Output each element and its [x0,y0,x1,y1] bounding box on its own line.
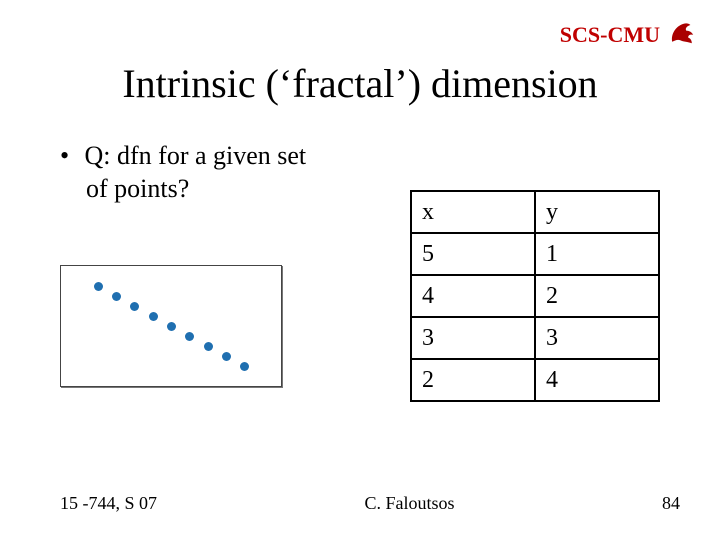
cell: 3 [411,317,535,359]
slide-footer: 15 -744, S 07 C. Faloutsos 84 [60,493,680,514]
scatter-point [167,322,176,331]
cell: 5 [411,233,535,275]
scatter-plot [60,265,282,387]
cell: 1 [535,233,659,275]
left-column: • Q: dfn for a given set of points? [60,140,370,402]
col-header-y: y [535,191,659,233]
table-row: 3 3 [411,317,659,359]
footer-left: 15 -744, S 07 [60,493,157,514]
org-label: SCS-CMU [560,22,660,48]
slide-header: SCS-CMU [560,18,696,51]
cell: 4 [535,359,659,401]
data-table: x y 5 1 4 2 3 3 2 4 [410,190,660,402]
slide-body: • Q: dfn for a given set of points? x y … [60,140,660,402]
table-row: x y [411,191,659,233]
cell: 2 [535,275,659,317]
bullet-text-line1: Q: dfn for a given set [85,141,307,170]
slide-title: Intrinsic (‘fractal’) dimension [0,60,720,107]
col-header-x: x [411,191,535,233]
scatter-point [204,342,213,351]
bullet-marker: • [60,140,78,173]
bullet-item: • Q: dfn for a given set of points? [60,140,370,205]
cell: 2 [411,359,535,401]
scatter-point [185,332,194,341]
scatter-point [222,352,231,361]
table-row: 2 4 [411,359,659,401]
right-column: x y 5 1 4 2 3 3 2 4 [410,140,660,402]
table-row: 5 1 [411,233,659,275]
footer-right: 84 [662,493,680,514]
scatter-point [240,362,249,371]
scatter-point [149,312,158,321]
bullet-text-line2: of points? [86,174,189,203]
footer-center: C. Faloutsos [364,493,454,514]
cell: 3 [535,317,659,359]
table-row: 4 2 [411,275,659,317]
scatter-point [94,282,103,291]
scatter-point [130,302,139,311]
dragon-logo-icon [668,18,696,51]
cell: 4 [411,275,535,317]
scatter-point [112,292,121,301]
